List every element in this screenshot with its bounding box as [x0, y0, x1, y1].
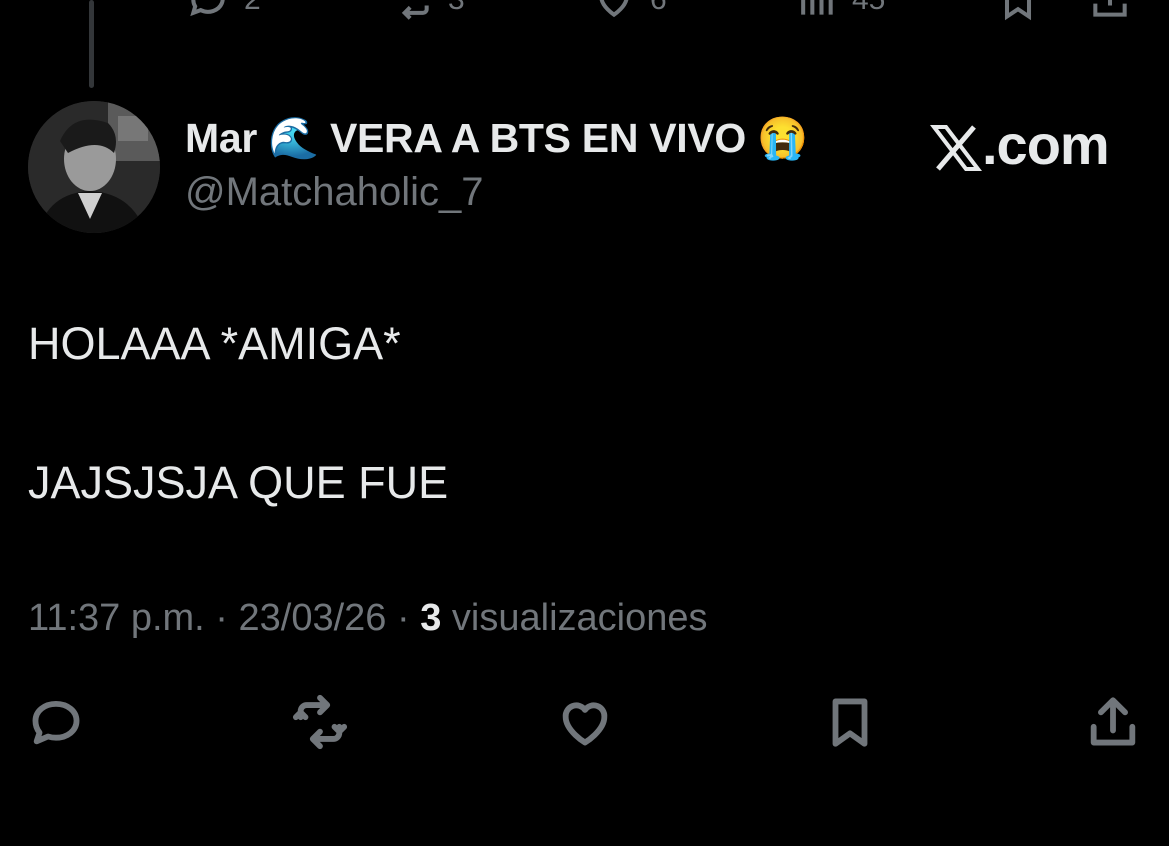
share-button[interactable]	[1083, 694, 1143, 750]
tweet-time[interactable]: 11:37 p.m.	[28, 597, 205, 639]
thread-connector-line	[89, 0, 94, 88]
prev-reply-count: 2	[244, 0, 261, 17]
bookmark-icon	[1004, 0, 1032, 21]
views-label: visualizaciones	[451, 597, 708, 639]
heart-icon	[599, 0, 629, 18]
share-icon	[1093, 0, 1127, 17]
reply-button[interactable]	[26, 694, 86, 750]
prev-like-button[interactable]: 6	[592, 0, 667, 22]
prev-repost-button[interactable]: 3	[390, 0, 465, 22]
prev-bookmark-button[interactable]	[996, 0, 1040, 22]
previous-tweet-actions: 2 3 6 45	[0, 0, 1169, 22]
x-com-text: .com	[982, 113, 1110, 176]
views-count: 3	[420, 597, 442, 639]
bookmark-button[interactable]	[820, 694, 880, 750]
prev-like-count: 6	[650, 0, 667, 17]
tweet-date[interactable]: 23/03/26	[239, 597, 387, 639]
like-button[interactable]	[555, 694, 615, 750]
reply-icon	[32, 700, 80, 745]
repost-icon	[292, 694, 348, 750]
prev-share-button[interactable]	[1088, 0, 1132, 22]
bookmark-icon	[832, 698, 868, 747]
views-icon	[801, 0, 833, 15]
avatar-photo	[28, 101, 160, 233]
repost-button[interactable]	[290, 694, 350, 750]
tweet-meta: 11:37 p.m. · 23/03/26 · 3 visualizacione…	[28, 597, 708, 640]
reply-icon	[190, 0, 225, 17]
x-com-watermark: .com	[930, 112, 1110, 177]
heart-icon	[562, 702, 608, 746]
prev-views-count: 45	[852, 0, 885, 17]
prev-repost-count: 3	[448, 0, 465, 17]
share-icon	[1090, 697, 1136, 746]
avatar[interactable]	[28, 101, 160, 233]
prev-views-button[interactable]: 45	[794, 0, 885, 22]
prev-reply-button[interactable]: 2	[186, 0, 261, 22]
meta-separator: ·	[215, 597, 228, 639]
author-handle[interactable]: @Matchaholic_7	[185, 170, 484, 215]
tweet-text-line-2: JAJSJSJA QUE FUE	[28, 457, 449, 508]
meta-separator: ·	[397, 597, 410, 639]
x-logo-icon	[930, 125, 982, 171]
tweet-text-line-1: HOLAAA *AMIGA*	[28, 318, 401, 369]
author-display-name[interactable]: Mar 🌊 VERA A BTS EN VIVO 😭	[185, 115, 808, 163]
repost-icon	[401, 5, 429, 20]
